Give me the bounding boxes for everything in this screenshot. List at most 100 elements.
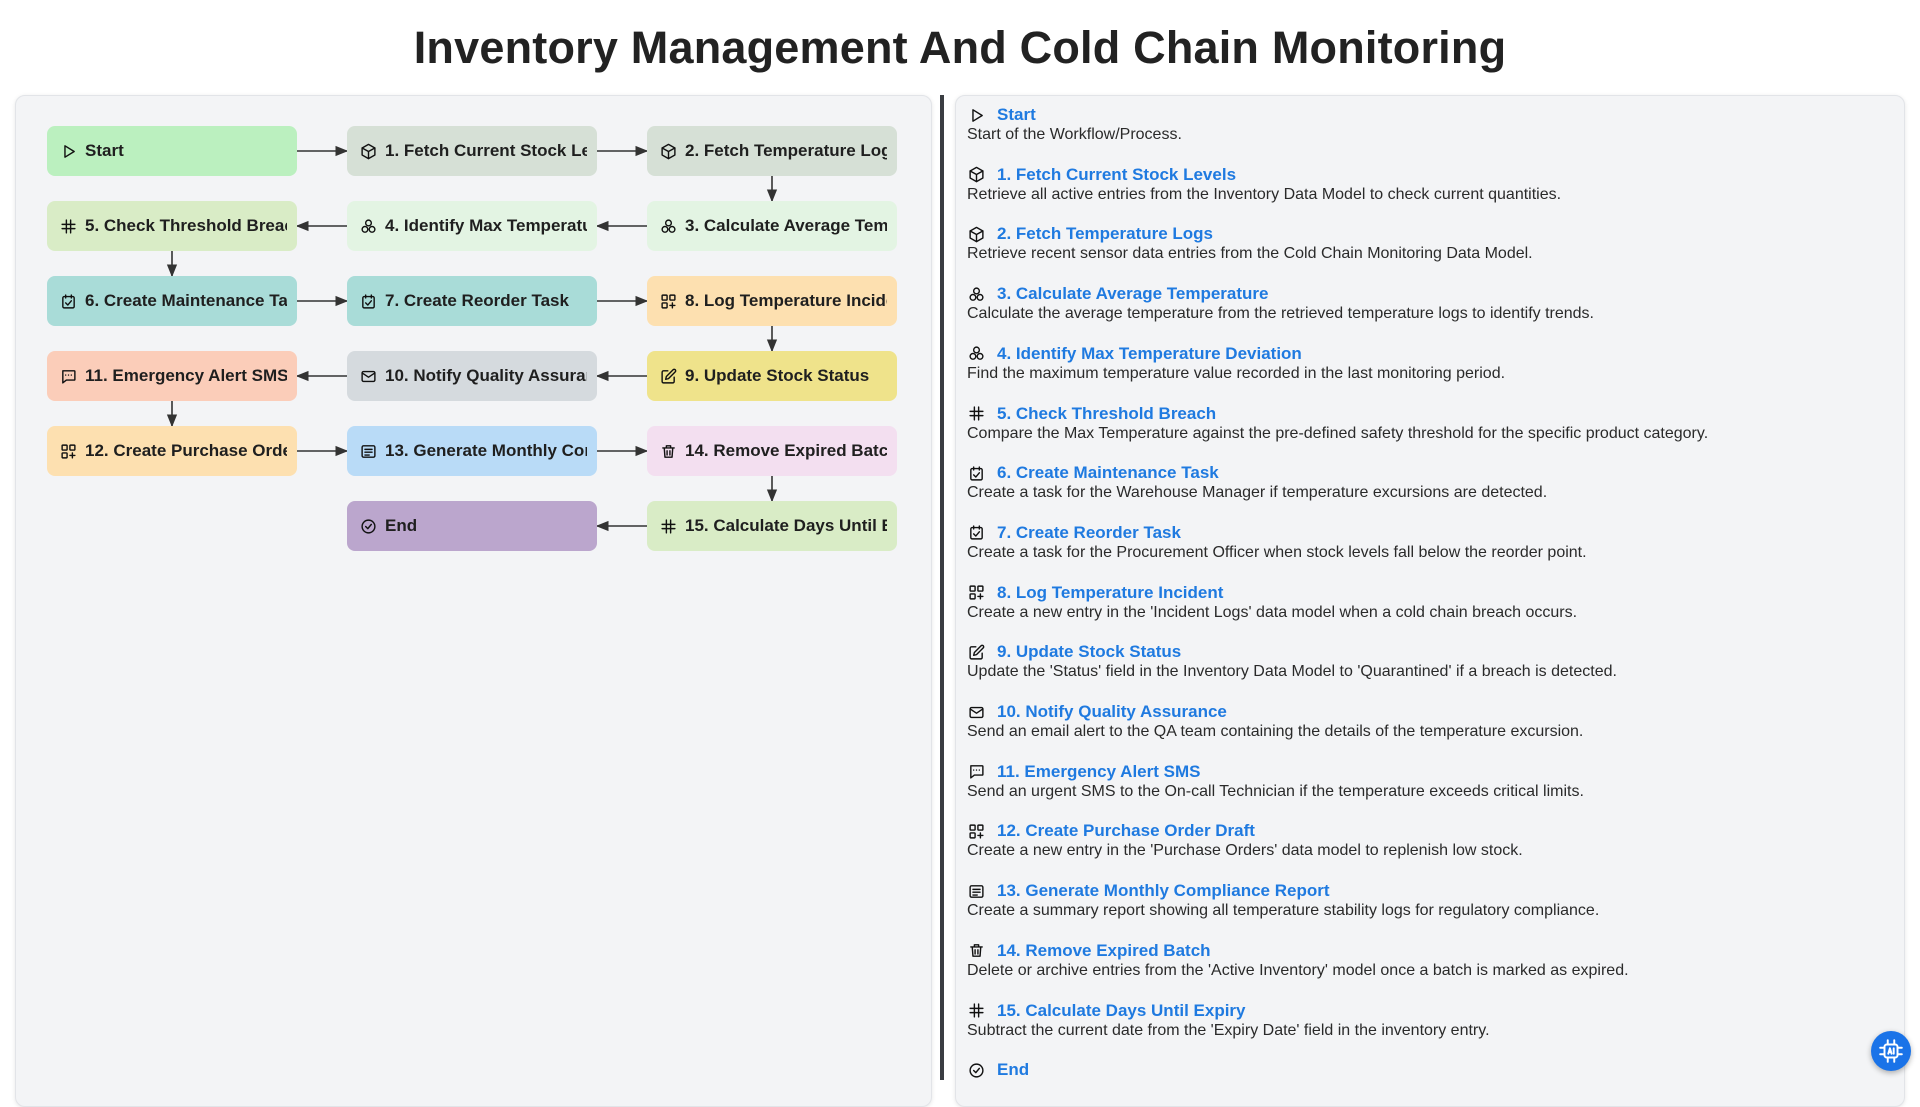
- detail-item-title-link[interactable]: 13. Generate Monthly Compliance Report: [997, 881, 1330, 901]
- flow-node-label: 3. Calculate Average Temperature: [685, 216, 887, 235]
- flow-node-s10[interactable]: 10. Notify Quality Assurance: [347, 351, 597, 401]
- flow-node-s11[interactable]: 11. Emergency Alert SMS: [47, 351, 297, 401]
- hash-icon: [59, 217, 77, 235]
- detail-item-description: Update the 'Status' field in the Invento…: [967, 663, 1617, 681]
- cube-icon: [967, 225, 985, 243]
- hash-icon: [659, 517, 677, 535]
- detail-item-header: 1. Fetch Current Stock Levels: [967, 164, 1561, 186]
- detail-item-description: Calculate the average temperature from t…: [967, 305, 1594, 323]
- flow-node-s8[interactable]: 8. Log Temperature Incident: [647, 276, 897, 326]
- detail-item-title-link[interactable]: 1. Fetch Current Stock Levels: [997, 165, 1236, 185]
- flow-node-label: End: [385, 516, 418, 535]
- flow-node-label: Start: [85, 141, 124, 160]
- check-circle-icon: [359, 517, 377, 535]
- panel-resize-handle[interactable]: [940, 95, 944, 1080]
- detail-item-title-link[interactable]: 7. Create Reorder Task: [997, 523, 1181, 543]
- flow-node-s3[interactable]: 3. Calculate Average Temperature: [647, 201, 897, 251]
- flow-node-label: 7. Create Reorder Task: [385, 291, 569, 310]
- detail-item-title-link[interactable]: 3. Calculate Average Temperature: [997, 284, 1269, 304]
- function-icon: [967, 285, 985, 303]
- detail-item-header: 15. Calculate Days Until Expiry: [967, 1000, 1490, 1022]
- edit-icon: [967, 643, 985, 661]
- detail-item-header: 5. Check Threshold Breach: [967, 403, 1708, 425]
- detail-item-title-link[interactable]: 10. Notify Quality Assurance: [997, 702, 1227, 722]
- detail-item-description: Find the maximum temperature value recor…: [967, 364, 1506, 382]
- detail-item-title-link[interactable]: 6. Create Maintenance Task: [997, 463, 1219, 483]
- task-icon: [359, 292, 377, 310]
- flow-node-s14[interactable]: 14. Remove Expired Batch: [647, 426, 897, 476]
- detail-item-title-link[interactable]: 14. Remove Expired Batch: [997, 941, 1211, 961]
- detail-item-header: 13. Generate Monthly Compliance Report: [967, 880, 1599, 902]
- detail-item-header: 2. Fetch Temperature Logs: [967, 223, 1533, 245]
- detail-item: 14. Remove Expired Batch Delete or archiv…: [967, 940, 1629, 980]
- detail-item-title-link[interactable]: 9. Update Stock Status: [997, 642, 1181, 662]
- detail-item-description: Create a summary report showing all temp…: [967, 902, 1600, 920]
- detail-item-header: 6. Create Maintenance Task: [967, 462, 1547, 484]
- flow-node-s12[interactable]: 12. Create Purchase Order Draft: [47, 426, 297, 476]
- trash-icon: [659, 442, 677, 460]
- detail-item-title-link[interactable]: End: [997, 1060, 1029, 1080]
- flow-node-start[interactable]: Start: [47, 126, 297, 176]
- flow-node-end[interactable]: End: [347, 501, 597, 551]
- flow-node-s9[interactable]: 9. Update Stock Status: [647, 351, 897, 401]
- flow-node-label: 9. Update Stock Status: [685, 366, 870, 385]
- detail-item-title-link[interactable]: Start: [997, 105, 1036, 125]
- function-icon: [967, 345, 985, 363]
- flow-node-s5[interactable]: 5. Check Threshold Breach: [47, 201, 297, 251]
- hash-icon: [967, 405, 985, 423]
- detail-item: 9. Update Stock Status Update the 'Status…: [967, 641, 1617, 681]
- flow-node-label: 15. Calculate Days Until Expiry: [685, 516, 887, 535]
- detail-item-description: Subtract the current date from the 'Expi…: [967, 1021, 1490, 1039]
- flow-node-s15[interactable]: 15. Calculate Days Until Expiry: [647, 501, 897, 551]
- page-title: Inventory Management And Cold Chain Moni…: [413, 22, 1507, 73]
- flow-node-label: 5. Check Threshold Breach: [85, 216, 287, 235]
- detail-item: End: [967, 1059, 1029, 1081]
- grid-plus-icon: [659, 292, 677, 310]
- detail-item-title-link[interactable]: 5. Check Threshold Breach: [997, 404, 1216, 424]
- flow-node-s2[interactable]: 2. Fetch Temperature Logs: [647, 126, 897, 176]
- grid-plus-icon: [967, 822, 985, 840]
- flow-node-label: 10. Notify Quality Assurance: [385, 366, 587, 385]
- detail-item-title-link[interactable]: 15. Calculate Days Until Expiry: [997, 1001, 1246, 1021]
- detail-item-header: 9. Update Stock Status: [967, 641, 1617, 663]
- cube-icon: [967, 166, 985, 184]
- detail-item: 8. Log Temperature Incident Create a new …: [967, 582, 1577, 622]
- flow-node-label: 1. Fetch Current Stock Levels: [385, 141, 587, 160]
- detail-item: 12. Create Purchase Order Draft Create a …: [967, 820, 1523, 860]
- detail-item: 11. Emergency Alert SMS Send an urgent SM…: [967, 761, 1584, 801]
- detail-item-header: 8. Log Temperature Incident: [967, 582, 1577, 604]
- ai-assistant-button[interactable]: [1871, 1031, 1911, 1071]
- flow-node-s13[interactable]: 13. Generate Monthly Compliance Report: [347, 426, 597, 476]
- detail-item: 6. Create Maintenance Task Create a task …: [967, 462, 1547, 502]
- function-icon: [659, 217, 677, 235]
- trash-icon: [967, 942, 985, 960]
- cube-icon: [659, 142, 677, 160]
- detail-item-title-link[interactable]: 2. Fetch Temperature Logs: [997, 224, 1213, 244]
- detail-item: 10. Notify Quality Assurance Send an emai…: [967, 701, 1583, 741]
- detail-item: 15. Calculate Days Until Expiry Subtract …: [967, 1000, 1490, 1040]
- flow-node-s4[interactable]: 4. Identify Max Temperature Deviation: [347, 201, 597, 251]
- detail-item: 4. Identify Max Temperature Deviation Fin…: [967, 343, 1505, 383]
- play-icon: [967, 106, 985, 124]
- detail-item-title-link[interactable]: 4. Identify Max Temperature Deviation: [997, 344, 1302, 364]
- detail-item-header: 12. Create Purchase Order Draft: [967, 820, 1523, 842]
- report-icon: [967, 882, 985, 900]
- flow-node-s1[interactable]: 1. Fetch Current Stock Levels: [347, 126, 597, 176]
- flow-node-s6[interactable]: 6. Create Maintenance Task: [47, 276, 297, 326]
- detail-item-description: Create a task for the Warehouse Manager …: [967, 484, 1548, 502]
- sms-icon: [967, 763, 985, 781]
- detail-item-header: 4. Identify Max Temperature Deviation: [967, 343, 1505, 365]
- detail-item: Start Start of the Workflow/Process.: [967, 104, 1182, 144]
- detail-item-title-link[interactable]: 11. Emergency Alert SMS: [997, 762, 1200, 782]
- sms-icon: [59, 367, 77, 385]
- detail-item-title-link[interactable]: 8. Log Temperature Incident: [997, 583, 1223, 603]
- detail-item-title-link[interactable]: 12. Create Purchase Order Draft: [997, 821, 1255, 841]
- edit-icon: [659, 367, 677, 385]
- detail-item: 1. Fetch Current Stock Levels Retrieve al…: [967, 164, 1561, 204]
- flow-node-s7[interactable]: 7. Create Reorder Task: [347, 276, 597, 326]
- detail-item-description: Retrieve recent sensor data entries from…: [967, 245, 1533, 263]
- task-icon: [967, 524, 985, 542]
- detail-item-description: Send an urgent SMS to the On-call Techni…: [967, 782, 1584, 800]
- detail-item-description: Retrieve all active entries from the Inv…: [967, 185, 1562, 203]
- grid-plus-icon: [59, 442, 77, 460]
